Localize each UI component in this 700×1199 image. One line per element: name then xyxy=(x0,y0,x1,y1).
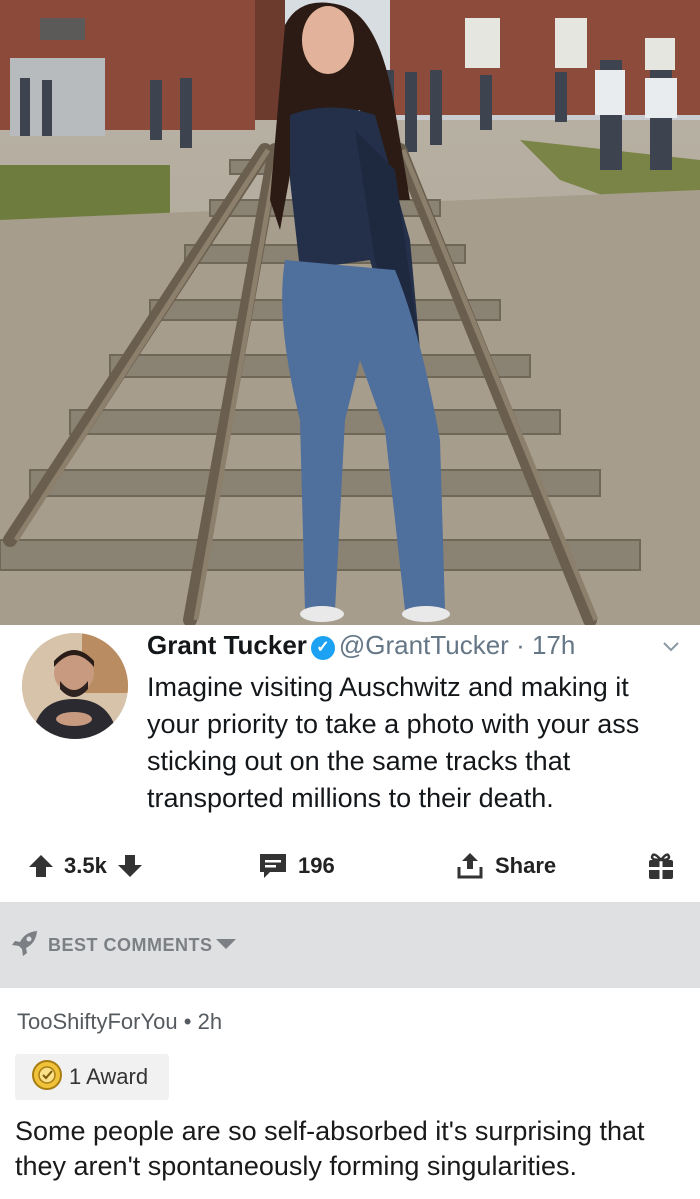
chevron-down-icon[interactable] xyxy=(662,637,680,658)
verified-icon: ✓ xyxy=(310,636,335,660)
post-image[interactable] xyxy=(0,0,700,625)
tweet-text: Imagine visiting Auschwitz and making it… xyxy=(147,672,640,813)
comment-sort-bar: BEST COMMENTS xyxy=(0,902,700,988)
rocket-icon xyxy=(10,928,40,963)
downvote-icon[interactable] xyxy=(117,853,143,879)
tweet-header: Grant Tucker ✓ @GrantTucker · 17h xyxy=(147,630,575,661)
share-button[interactable]: Share xyxy=(455,830,566,902)
vote-count: 3.5k xyxy=(64,853,107,878)
avatar[interactable] xyxy=(22,633,128,739)
comment-separator: • xyxy=(183,1009,192,1034)
upvote-icon[interactable] xyxy=(28,853,54,879)
award-label: 1 Award xyxy=(69,1064,149,1089)
comments-button[interactable]: 196 xyxy=(258,830,345,902)
award-medal-icon xyxy=(31,1059,63,1096)
comment-author[interactable]: TooShiftyForYou xyxy=(17,1009,178,1034)
tweet-card: Grant Tucker ✓ @GrantTucker · 17h Imagine … xyxy=(0,625,700,830)
tweet-handle[interactable]: @GrantTucker xyxy=(339,630,509,660)
comment-meta: TooShiftyForYou • 2h xyxy=(17,1009,222,1035)
tweet-separator: · xyxy=(516,630,525,660)
sort-dropdown[interactable]: BEST COMMENTS xyxy=(10,928,237,963)
vote-group: 3.5k xyxy=(28,830,143,902)
gift-icon xyxy=(647,851,675,881)
comment-icon xyxy=(258,852,288,880)
comment-age: 2h xyxy=(197,1009,223,1034)
share-label: Share xyxy=(495,853,557,878)
avatar-illustration xyxy=(22,633,128,739)
gift-award-button[interactable] xyxy=(647,830,675,902)
sort-label: BEST COMMENTS xyxy=(48,935,213,955)
tweet-author-name[interactable]: Grant Tucker xyxy=(147,630,307,660)
caret-down-icon xyxy=(215,937,237,955)
share-icon xyxy=(455,851,485,881)
photo-illustration xyxy=(0,0,700,625)
comment-item: TooShiftyForYou • 2h 1 Award Some people… xyxy=(0,988,700,1199)
tweet-time: 17h xyxy=(531,630,576,660)
post-action-bar: 3.5k 196 Share xyxy=(0,830,700,902)
comment-body: Some people are so self-absorbed it's su… xyxy=(15,1116,645,1181)
comment-count: 196 xyxy=(298,853,335,878)
award-badge[interactable]: 1 Award xyxy=(15,1054,169,1100)
